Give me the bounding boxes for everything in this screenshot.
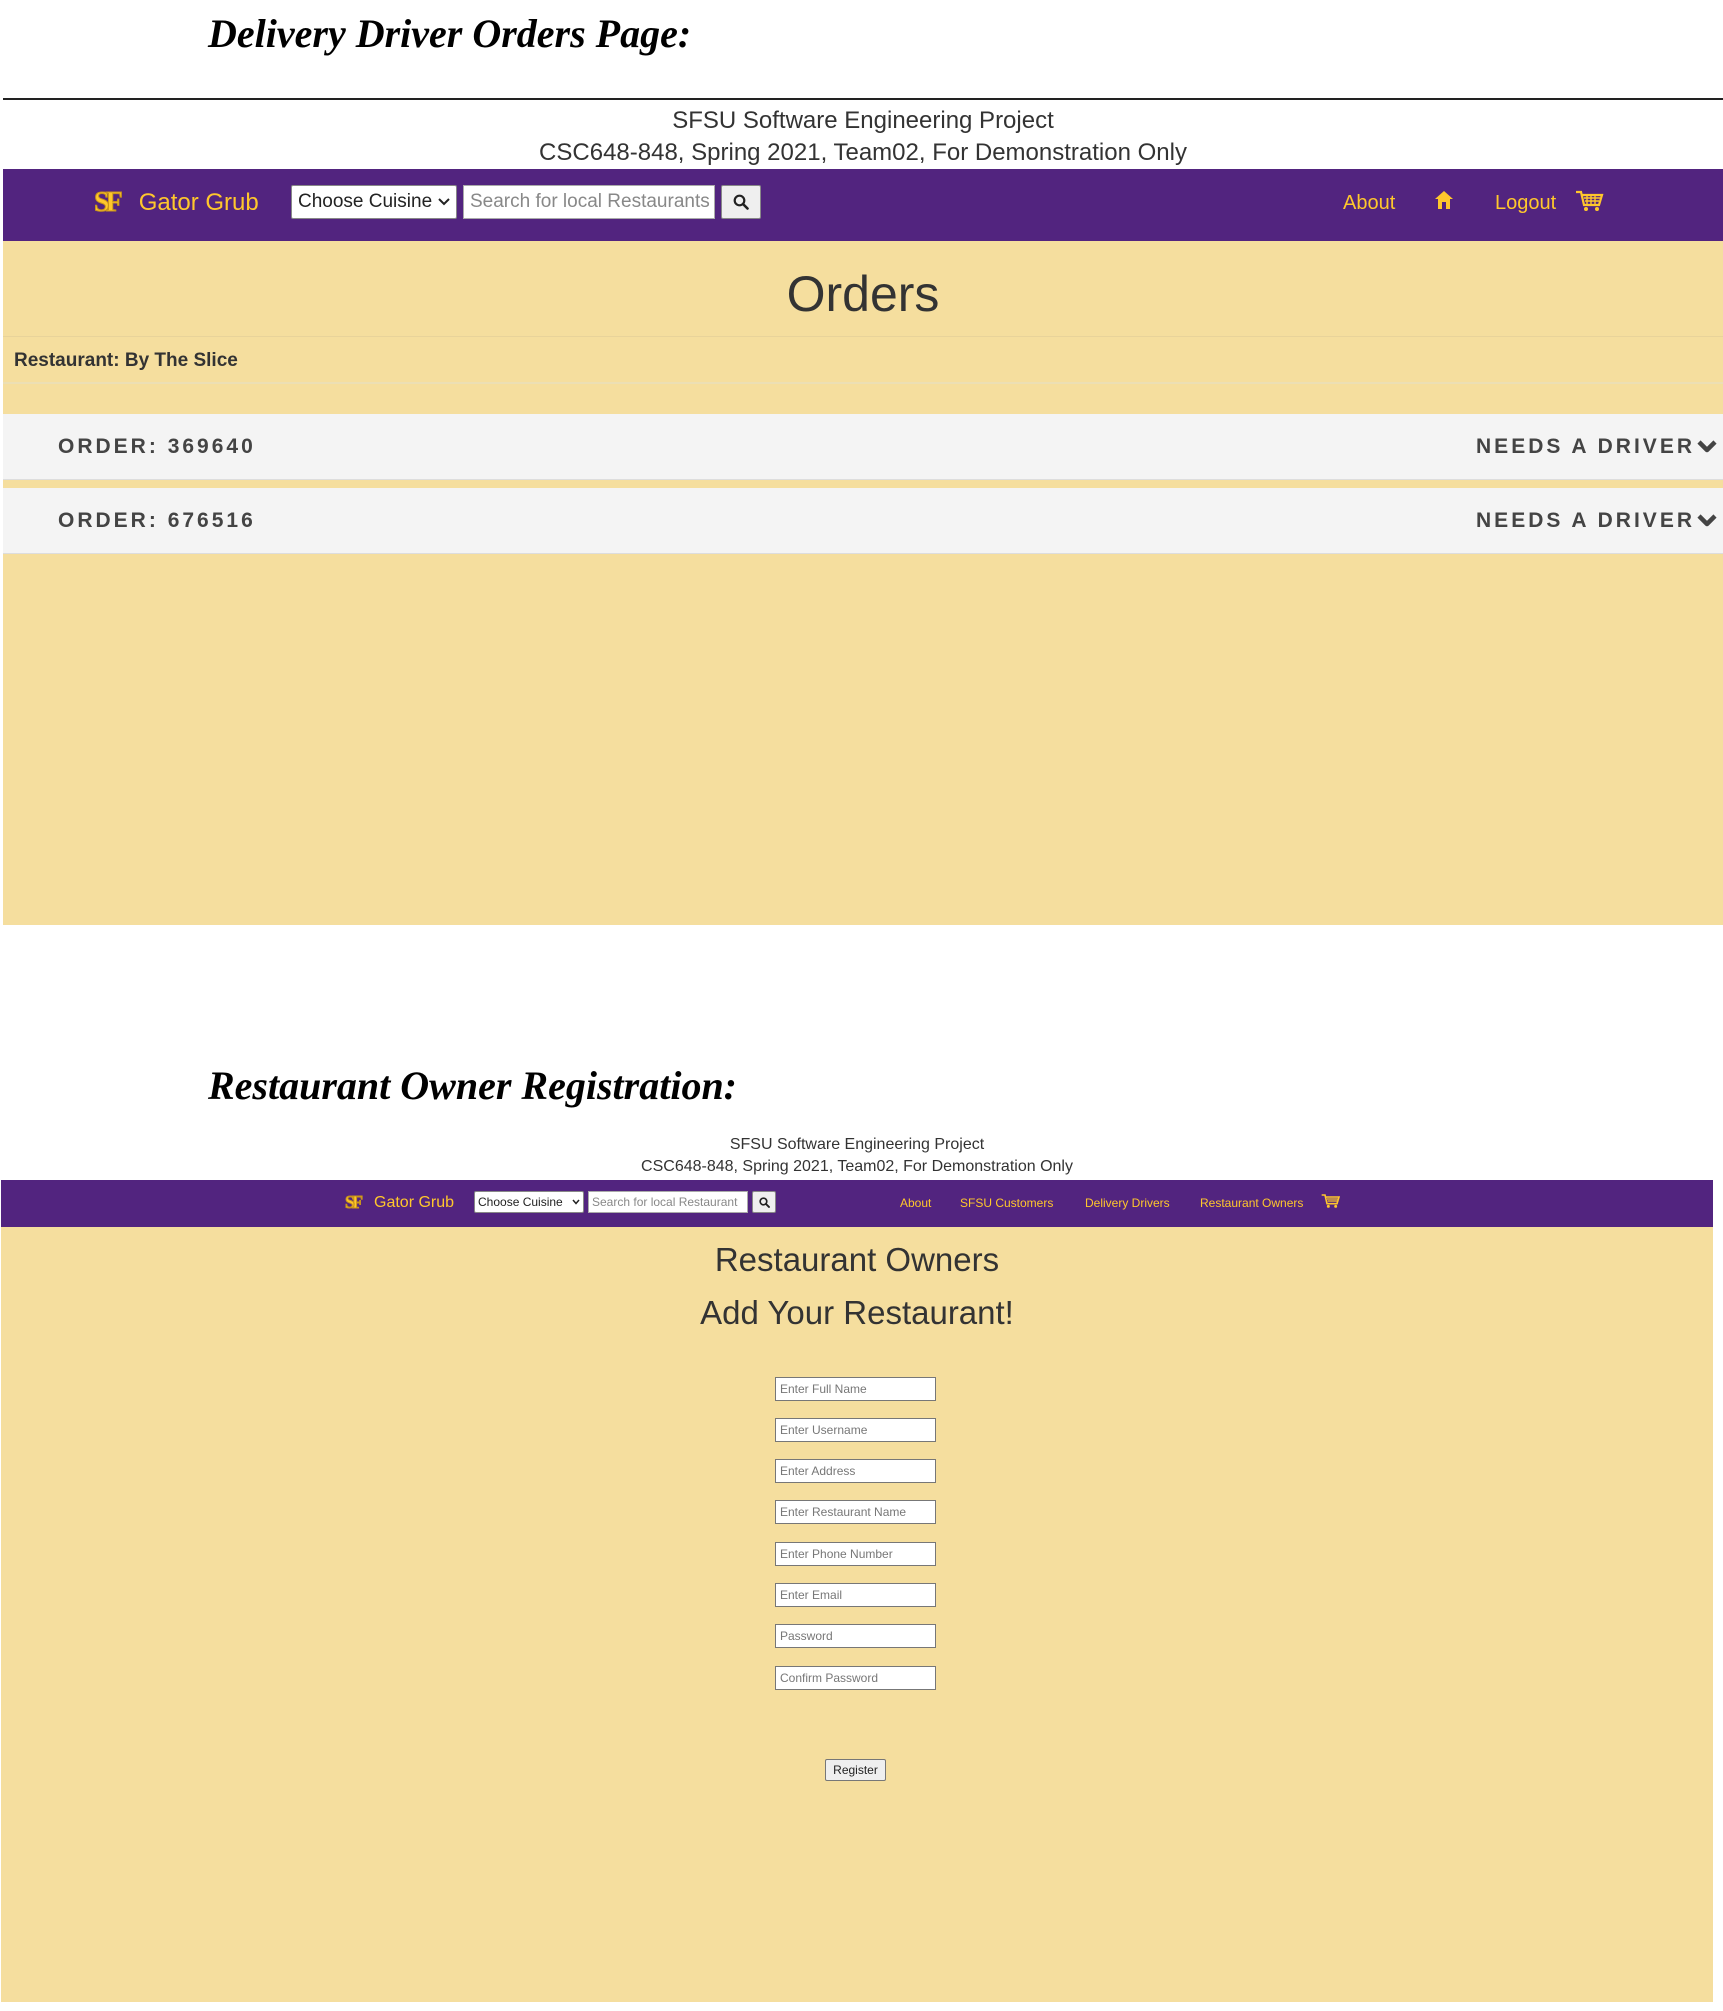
restaurant-name-field[interactable]: Enter Restaurant Name — [775, 1500, 936, 1524]
project-header: SFSU Software Engineering Project CSC648… — [1, 1130, 1713, 1180]
page-title: Restaurant Owners — [714, 1241, 1000, 1278]
cuisine-select-value: Choose Cuisine — [298, 191, 433, 212]
search-placeholder: Search for local Restaurant — [592, 1195, 738, 1209]
chevron-down-icon — [1697, 439, 1717, 452]
order-label: ORDER: — [58, 434, 159, 458]
project-header: SFSU Software Engineering Project CSC648… — [3, 100, 1723, 169]
chevron-down-icon — [1697, 513, 1717, 526]
orders-content: Orders Restaurant: By The Slice ORDER: 3… — [3, 241, 1723, 925]
order-status-toggle[interactable]: NEEDS A DRIVER — [1476, 509, 1723, 533]
owner-registration-screenshot: SFSU Software Engineering Project CSC648… — [1, 1130, 1713, 2002]
registration-content: Restaurant Owners Add Your Restaurant! E… — [1, 1227, 1713, 2002]
email-field[interactable]: Enter Email — [775, 1583, 936, 1607]
search-icon — [733, 194, 749, 210]
chevron-down-icon — [572, 1199, 580, 1205]
order-id: ORDER: 676516 — [3, 509, 256, 533]
cuisine-select[interactable]: Choose Cuisine — [291, 185, 457, 219]
search-input[interactable]: Search for local Restaurants — [463, 185, 715, 219]
brand-link[interactable]: SF Gator Grub — [344, 1192, 455, 1213]
chevron-down-icon — [438, 198, 450, 206]
project-header-line1: SFSU Software Engineering Project — [672, 107, 1054, 134]
order-status: NEEDS A DRIVER — [1476, 434, 1695, 458]
cuisine-select-value: Choose Cuisine — [478, 1195, 563, 1209]
register-button[interactable]: Register — [825, 1759, 886, 1781]
nav-restaurant-owners-link[interactable]: Restaurant Owners — [1200, 1196, 1303, 1210]
nav-logout-link[interactable]: Logout — [1495, 192, 1556, 215]
section-heading-owner-registration: Restaurant Owner Registration: — [208, 1063, 738, 1108]
order-row[interactable]: ORDER: 676516 NEEDS A DRIVER — [3, 488, 1723, 554]
driver-orders-screenshot: SFSU Software Engineering Project CSC648… — [3, 100, 1723, 925]
password-field[interactable]: Password — [775, 1624, 936, 1648]
order-number: 369640 — [167, 434, 256, 458]
cart-icon[interactable] — [1321, 1193, 1341, 1212]
brand-link[interactable]: SF Gator Grub — [94, 187, 259, 219]
cuisine-select[interactable]: Choose Cuisine — [474, 1191, 584, 1213]
order-label: ORDER: — [58, 508, 159, 532]
nav-sfsu-customers-link[interactable]: SFSU Customers — [960, 1196, 1053, 1210]
username-field[interactable]: Enter Username — [775, 1418, 936, 1442]
nav-delivery-drivers-link[interactable]: Delivery Drivers — [1085, 1196, 1170, 1210]
page-subtitle: Add Your Restaurant! — [700, 1294, 1014, 1331]
search-placeholder: Search for local Restaurants — [470, 191, 710, 212]
search-button[interactable] — [721, 185, 761, 219]
search-icon — [758, 1196, 770, 1208]
section-heading-driver-orders: Delivery Driver Orders Page: — [208, 11, 692, 56]
order-status-toggle[interactable]: NEEDS A DRIVER — [1476, 435, 1723, 459]
page-title: Orders — [786, 266, 940, 322]
address-field[interactable]: Enter Address — [775, 1459, 936, 1483]
home-icon[interactable] — [1433, 189, 1455, 217]
navbar: SF Gator Grub Choose Cuisine Search for … — [3, 169, 1723, 241]
order-id: ORDER: 369640 — [3, 435, 256, 459]
brand-name: Gator Grub — [374, 1193, 455, 1211]
nav-about-link[interactable]: About — [1343, 192, 1395, 215]
nav-about-link[interactable]: About — [900, 1196, 931, 1210]
phone-number-field[interactable]: Enter Phone Number — [775, 1542, 936, 1566]
sf-logo-icon: SF — [344, 1192, 363, 1213]
cart-icon[interactable] — [1575, 189, 1605, 219]
order-status: NEEDS A DRIVER — [1476, 508, 1695, 532]
order-row[interactable]: ORDER: 369640 NEEDS A DRIVER — [3, 414, 1723, 480]
project-header-line1: SFSU Software Engineering Project — [729, 1136, 985, 1153]
search-button[interactable] — [752, 1191, 776, 1213]
confirm-password-field[interactable]: Confirm Password — [775, 1666, 936, 1690]
navbar: SF Gator Grub Choose Cuisine Search for … — [1, 1180, 1713, 1227]
restaurant-label: Restaurant: By The Slice — [3, 336, 1723, 384]
order-number: 676516 — [167, 508, 256, 532]
search-input[interactable]: Search for local Restaurant — [588, 1191, 748, 1213]
brand-name: Gator Grub — [138, 189, 259, 216]
project-header-line2: CSC648-848, Spring 2021, Team02, For Dem… — [641, 1158, 1073, 1175]
sf-logo-icon: SF — [94, 187, 124, 219]
full-name-field[interactable]: Enter Full Name — [775, 1377, 936, 1401]
project-header-line2: CSC648-848, Spring 2021, Team02, For Dem… — [539, 139, 1187, 166]
